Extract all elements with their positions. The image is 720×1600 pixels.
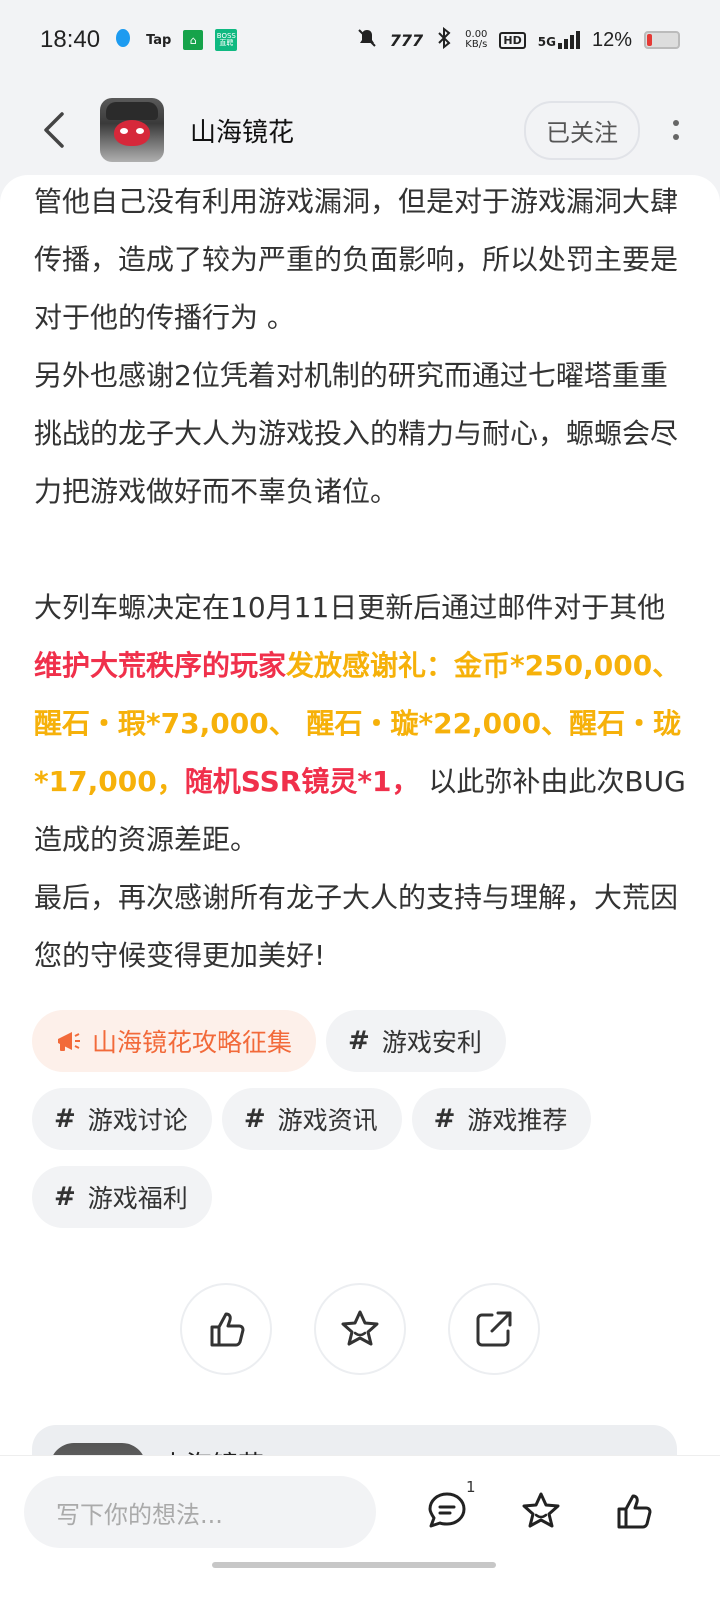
thumbs-up-icon — [617, 1494, 652, 1529]
tag-hash[interactable]: # 游戏讨论 — [32, 1088, 212, 1150]
tag-label: 山海镜花攻略征集 — [92, 1028, 293, 1057]
tag-list: 山海镜花攻略征集 # 游戏安利 # 游戏讨论 # 游戏资讯 # 游戏推荐 # 游… — [32, 1010, 692, 1244]
share-icon — [476, 1311, 512, 1347]
tap-icon: Tap — [146, 32, 172, 48]
post-actions — [0, 1283, 720, 1375]
comment-count: 1 — [466, 1478, 476, 1496]
comment-button[interactable] — [422, 1486, 472, 1536]
hash-icon: # — [348, 1026, 370, 1056]
tag-hash[interactable]: # 游戏福利 — [32, 1166, 212, 1228]
signal-icon: 5G — [538, 31, 580, 49]
dot-icon — [673, 134, 679, 140]
dot-icon — [673, 120, 679, 126]
status-bar-right: 777 0.00 KB/s HD 5G 12% — [356, 26, 680, 53]
tag-featured[interactable]: 山海镜花攻略征集 — [32, 1010, 317, 1072]
boss-app-icon: BOSS 直聘 — [215, 29, 238, 51]
favorite-bottom-button[interactable] — [516, 1486, 566, 1536]
tag-row: # 游戏福利 — [32, 1166, 692, 1228]
home-app-icon: ⌂ — [183, 30, 204, 50]
status-time: 18:40 — [40, 26, 101, 53]
tag-label: 游戏讨论 — [87, 1106, 188, 1135]
paragraph-text: 大列车螈决定在10月11日更新后通过邮件对于其他 — [34, 591, 666, 624]
article-paragraph: 最后，再次感谢所有龙子大人的支持与理解，大荒因您的守候变得更加美好! — [34, 881, 679, 972]
tag-row: 山海镜花攻略征集 # 游戏安利 — [32, 1010, 692, 1072]
tag-label: 游戏福利 — [87, 1184, 188, 1213]
red-highlight-text: 维护大荒秩序的玩家 — [34, 649, 287, 682]
battery-icon — [644, 31, 680, 49]
hash-icon: # — [54, 1104, 76, 1134]
favorite-button[interactable] — [314, 1283, 406, 1375]
bottom-comment-bar: 写下你的想法... 1 — [0, 1455, 720, 1600]
share-button[interactable] — [448, 1283, 540, 1375]
tag-hash[interactable]: # 游戏推荐 — [411, 1088, 592, 1150]
hash-icon: # — [54, 1182, 76, 1212]
star-icon — [522, 1492, 560, 1528]
hd-icon: HD — [499, 31, 526, 49]
avatar[interactable] — [100, 98, 164, 162]
home-indicator[interactable] — [212, 1562, 496, 1568]
page-title[interactable]: 山海镜花 — [190, 112, 524, 149]
avatar-hat — [106, 102, 158, 120]
follow-button[interactable]: 已关注 — [524, 100, 640, 160]
hash-icon: # — [243, 1104, 266, 1134]
status-bar: 18:40 Tap ⌂ BOSS 直聘 777 0.00 KB/s HD 5G … — [0, 0, 720, 80]
avatar-eye — [120, 128, 128, 134]
app-header: 山海镜花 已关注 — [0, 80, 720, 180]
hash-icon: # — [433, 1104, 456, 1134]
back-button[interactable] — [34, 100, 74, 160]
like-button[interactable] — [180, 1283, 272, 1375]
tag-row: # 游戏讨论 # 游戏资讯 # 游戏推荐 — [32, 1088, 692, 1150]
bluetooth-icon — [435, 26, 453, 53]
article-paragraph: 另外也感谢2位凭着对机制的研究而通过七曜塔重重挑战的龙子大人为游戏投入的精力与耐… — [34, 359, 679, 508]
tag-hash[interactable]: # 游戏安利 — [326, 1010, 506, 1072]
avatar-mask — [114, 120, 150, 146]
signal-label: 5G — [537, 35, 556, 49]
tag-label: 游戏推荐 — [467, 1106, 568, 1135]
net-speed: 0.00 KB/s — [465, 29, 488, 50]
more-options-button[interactable] — [666, 120, 686, 140]
article-paragraph: 管他自己没有利用游戏漏洞，但是对于游戏漏洞大肆传播，造成了较为严重的负面影响，所… — [34, 185, 679, 334]
tag-label: 游戏安利 — [381, 1028, 482, 1057]
avatar-eye — [136, 128, 144, 134]
comment-icon — [428, 1492, 466, 1528]
nfc-icon: 777 — [389, 30, 424, 50]
article-content: 管他自己没有利用游戏漏洞，但是对于游戏漏洞大肆传播，造成了较为严重的负面影响，所… — [0, 175, 720, 1505]
star-icon — [341, 1310, 379, 1346]
battery-percent: 12% — [591, 28, 632, 51]
comment-input[interactable]: 写下你的想法... — [24, 1476, 376, 1548]
red-highlight-text: 随机SSR镜灵*1， — [184, 765, 420, 798]
tag-hash[interactable]: # 游戏资讯 — [221, 1088, 402, 1150]
qq-icon — [112, 27, 134, 53]
mute-icon — [356, 27, 378, 53]
status-bar-left: 18:40 Tap ⌂ BOSS 直聘 — [40, 26, 238, 54]
thumbs-up-icon — [210, 1312, 245, 1347]
megaphone-icon — [58, 1032, 80, 1051]
tag-label: 游戏资讯 — [277, 1106, 378, 1135]
article-paragraph: 大列车螈决定在10月11日更新后通过邮件对于其他维护大荒秩序的玩家发放感谢礼：金… — [34, 579, 686, 869]
like-bottom-button[interactable] — [610, 1486, 660, 1536]
chevron-left-icon — [44, 112, 64, 148]
